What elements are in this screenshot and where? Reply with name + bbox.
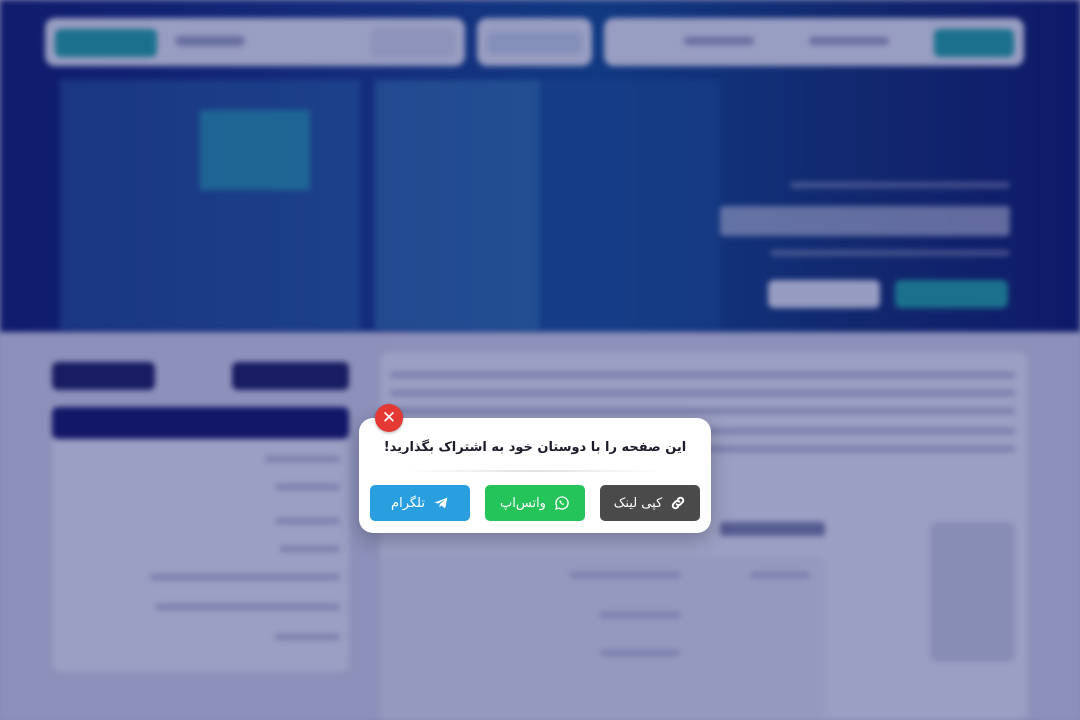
whatsapp-label: واتس‌اپ [500, 495, 546, 511]
copy-link-button[interactable]: کپی لینک [600, 485, 700, 521]
whatsapp-share-button[interactable]: واتس‌اپ [485, 485, 585, 521]
modal-backdrop[interactable] [0, 0, 1080, 720]
telegram-share-button[interactable]: تلگرام [370, 485, 470, 521]
telegram-label: تلگرام [391, 495, 425, 511]
divider [407, 470, 663, 472]
link-icon [670, 495, 686, 511]
whatsapp-icon [554, 495, 570, 511]
share-modal-title: این صفحه را با دوستان خود به اشتراک بگذا… [383, 440, 687, 455]
share-modal: این صفحه را با دوستان خود به اشتراک بگذا… [359, 418, 711, 533]
close-icon[interactable]: ✕ [375, 404, 403, 432]
copy-link-label: کپی لینک [613, 495, 663, 511]
telegram-icon [433, 495, 449, 511]
